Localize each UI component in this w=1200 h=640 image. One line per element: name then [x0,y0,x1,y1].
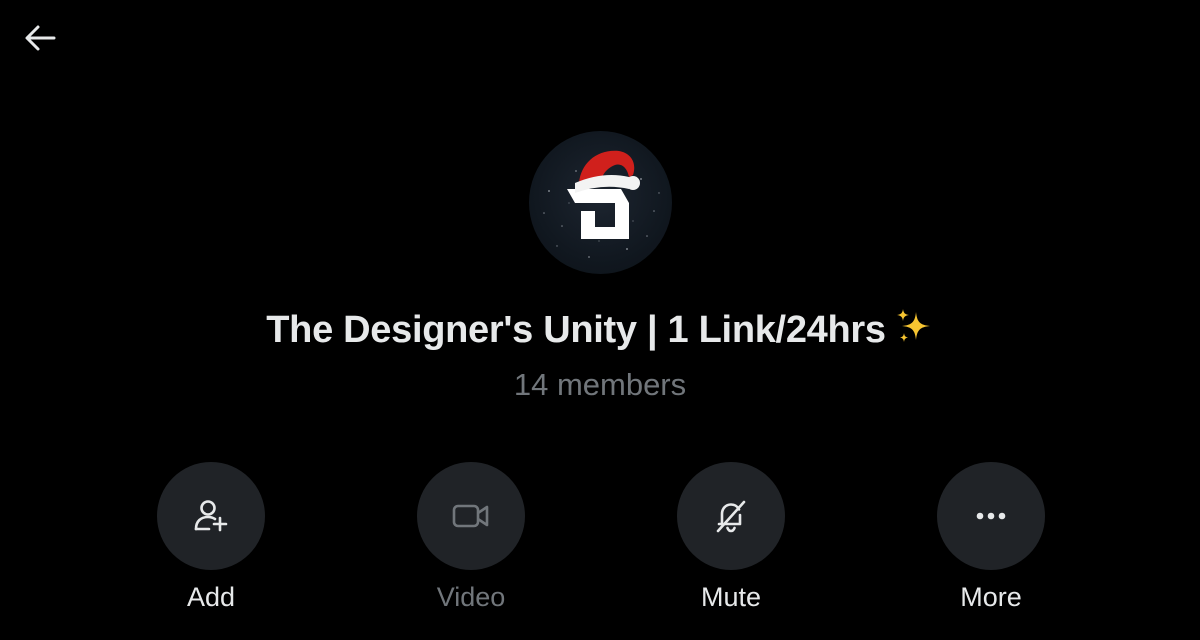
group-name: The Designer's Unity | 1 Link/24hrs [266,309,886,351]
santa-logo-avatar-image [543,150,660,258]
member-count[interactable]: 14 members [0,367,1200,403]
add-action: Add [131,462,291,613]
group-title: The Designer's Unity | 1 Link/24hrs [0,306,1200,356]
more-button[interactable] [937,462,1045,570]
more-action: More [911,462,1071,613]
back-button[interactable] [14,14,66,62]
arrow-left-icon [25,25,56,51]
mute-label: Mute [700,582,762,612]
video-button[interactable] [417,462,525,570]
more-dots-icon [976,512,1006,520]
group-avatar[interactable] [529,131,672,274]
mute-button[interactable] [677,462,785,570]
video-action: Video [391,462,551,613]
sparkles-icon [894,306,934,356]
mute-action: Mute [651,462,811,613]
video-label: Video [436,582,506,612]
add-label: Add [186,582,236,612]
add-button[interactable] [157,462,265,570]
add-person-icon [194,500,228,532]
more-label: More [960,582,1022,612]
video-camera-icon [452,504,489,528]
bell-off-icon [716,500,746,533]
